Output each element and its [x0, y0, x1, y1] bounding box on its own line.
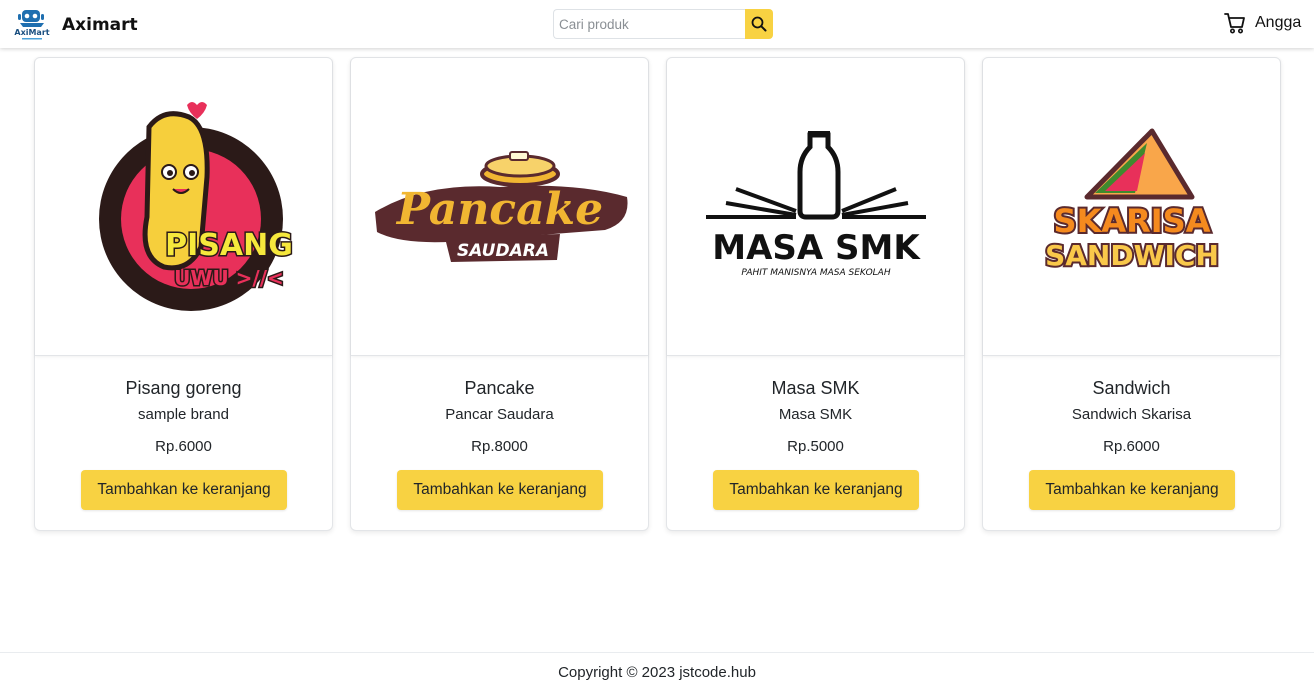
product-name: Masa SMK: [771, 378, 860, 398]
product-name: Sandwich: [1092, 378, 1171, 398]
add-to-cart-button[interactable]: Tambahkan ke keranjang: [713, 470, 919, 510]
user-name[interactable]: Angga: [1255, 14, 1301, 32]
cart-icon[interactable]: [1224, 12, 1246, 34]
product-brand: Sandwich Skarisa: [1071, 406, 1192, 423]
logo-line-1: PISANG: [165, 228, 293, 263]
skarisa-sandwich-logo: SKARISA SANDWICH: [1043, 128, 1220, 274]
product-card-pisang-goreng: PISANG UWU >//< Pisang goreng sample bra…: [34, 57, 333, 531]
product-card-sandwich: SKARISA SANDWICH Sandwich Sandwich Skari…: [982, 57, 1281, 531]
search-button[interactable]: [745, 9, 773, 39]
product-image[interactable]: SKARISA SANDWICH: [983, 58, 1280, 356]
product-card-pancake: Pancake SAUDARA Pancake Pancar Saudara R…: [350, 57, 649, 531]
logo-line-2: SANDWICH: [1045, 239, 1219, 272]
pancake-logo: Pancake SAUDARA: [374, 150, 628, 262]
cart-area: Angga: [1224, 12, 1301, 34]
product-name: Pancake: [464, 378, 535, 398]
search-input[interactable]: [553, 9, 745, 39]
masa-smk-logo: MASA SMK PAHIT MANISNYA MASA SEKOLAH: [705, 130, 926, 278]
copyright-text: Copyright © 2023 jstcode.hub: [558, 664, 756, 681]
logo-line-1: Pancake: [394, 184, 602, 235]
search-icon: [751, 16, 767, 32]
product-price: Rp.5000: [787, 438, 844, 455]
logo-line-2: UWU >//<: [174, 266, 284, 290]
brand[interactable]: AxiMart Aximart: [14, 8, 138, 42]
add-to-cart-button[interactable]: Tambahkan ke keranjang: [81, 470, 287, 510]
product-price: Rp.6000: [1103, 438, 1160, 455]
footer: Copyright © 2023 jstcode.hub: [0, 652, 1314, 691]
brand-name: Aximart: [62, 15, 138, 35]
product-image[interactable]: Pancake SAUDARA: [351, 58, 648, 356]
product-image[interactable]: PISANG UWU >//<: [35, 58, 332, 356]
product-card-masa-smk: MASA SMK PAHIT MANISNYA MASA SEKOLAH Mas…: [666, 57, 965, 531]
product-brand: Pancar Saudara: [445, 406, 554, 423]
logo-line-2: PAHIT MANISNYA MASA SEKOLAH: [741, 268, 890, 278]
product-brand: sample brand: [138, 406, 229, 423]
navbar: AxiMart Aximart Angga: [0, 0, 1314, 48]
product-brand: Masa SMK: [778, 406, 853, 423]
pisang-uwu-logo: PISANG UWU >//<: [98, 101, 294, 311]
product-price: Rp.6000: [155, 438, 212, 455]
aximart-logo: AxiMart: [14, 10, 50, 40]
logo-line-1: MASA SMK: [712, 228, 921, 268]
product-name: Pisang goreng: [125, 378, 242, 398]
product-price: Rp.8000: [471, 438, 528, 455]
search-bar: [553, 9, 773, 39]
product-image[interactable]: MASA SMK PAHIT MANISNYA MASA SEKOLAH: [667, 58, 964, 356]
add-to-cart-button[interactable]: Tambahkan ke keranjang: [1029, 470, 1235, 510]
add-to-cart-button[interactable]: Tambahkan ke keranjang: [397, 470, 603, 510]
logo-text: AxiMart: [14, 28, 49, 37]
logo-line-1: SKARISA: [1053, 202, 1210, 240]
logo-line-2: SAUDARA: [457, 241, 549, 261]
